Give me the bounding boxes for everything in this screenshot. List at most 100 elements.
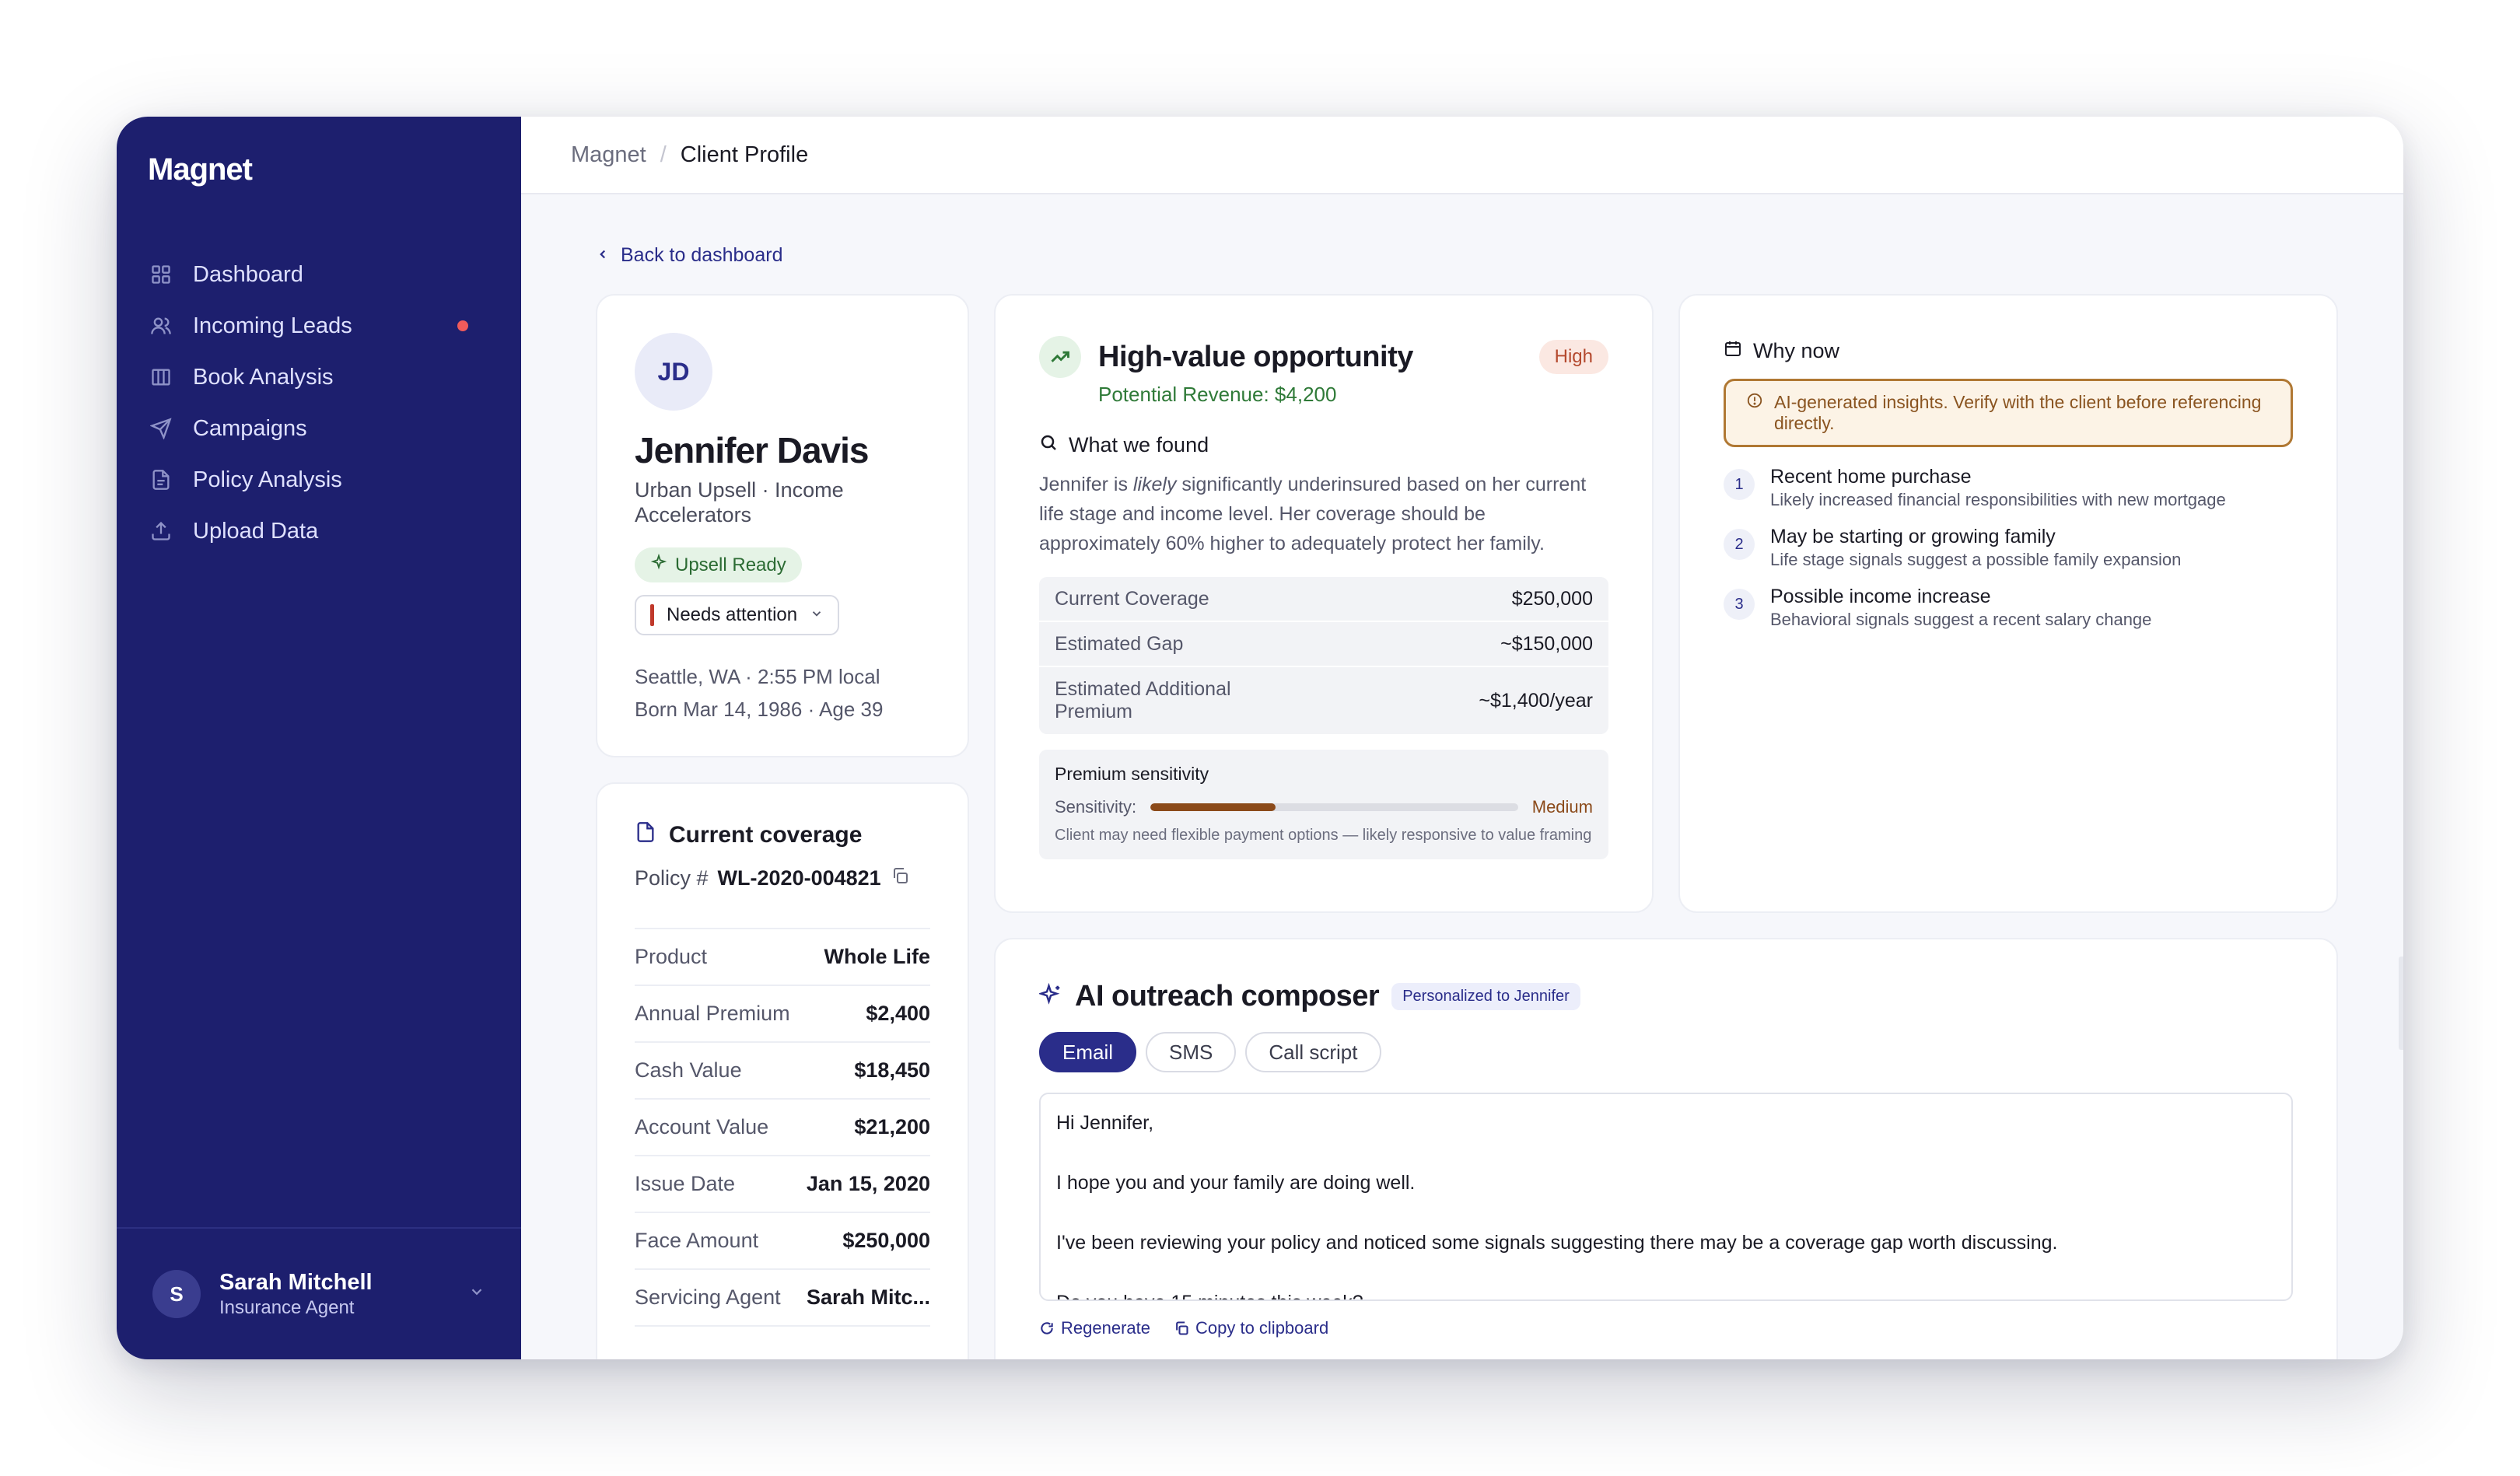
avatar: S [152,1270,201,1318]
metric-value: ~$150,000 [1500,632,1593,655]
item-desc: Likely increased financial responsibilit… [1770,490,2226,509]
metric-value: $250,000 [1511,587,1593,610]
opportunity-header: High-value opportunity High [1039,336,1608,378]
back-link[interactable]: Back to dashboard [596,244,782,267]
item-title: Possible income increase [1770,586,1991,607]
channel-tabs: Email SMS Call script [1039,1032,2293,1072]
item-number: 3 [1724,589,1755,620]
composer-header: AI outreach composer Personalized to Jen… [1038,980,2293,1013]
sidebar-nav: Dashboard Incoming Leads Book Analysis C… [148,249,490,557]
sensitivity-note: Client may need flexible payment options… [1055,827,1592,844]
send-icon [148,415,174,442]
alert-circle-icon [1746,392,1763,434]
list-item: 3 Possible income increase Behavioral sig… [1724,586,2293,630]
attention-dropdown[interactable]: Needs attention [635,595,840,635]
policy-value: WL-2020-004821 [717,866,881,890]
message-editor[interactable]: Hi Jennifer, I hope you and your family … [1039,1093,2293,1301]
sidebar-item-upload-data[interactable]: Upload Data [148,505,490,557]
sensitivity-level: Medium [1531,797,1593,817]
list-item: 1 Recent home purchase Likely increased f… [1724,466,2293,510]
sidebar-item-dashboard[interactable]: Dashboard [148,249,490,300]
composer-actions: Regenerate Copy to clipboard [1039,1318,2293,1338]
grid-icon [148,261,174,288]
row-value: $2,400 [866,1002,930,1025]
sparkle-icon [650,553,667,576]
outreach-composer-card: AI outreach composer Personalized to Jen… [994,938,2338,1359]
row-label: Account Value [635,1115,769,1138]
columns-icon [148,364,174,390]
status-badge-label: Upsell Ready [675,554,786,575]
potential-revenue: Potential Revenue: $4,200 [1098,383,1337,406]
document-icon [148,467,174,493]
metric-label: Estimated Additional Premium [1055,678,1231,722]
side-panel-handle[interactable] [2399,957,2403,1050]
table-row: Account Value $21,200 [635,1100,930,1156]
main-content: Magnet / Client Profile Back to dashboar… [521,117,2403,1359]
coverage-table: Product Whole Life Annual Premium $2,400 C… [635,928,930,1327]
ai-warning-banner: AI-generated insights. Verify with the c… [1724,379,2293,447]
table-row: Estimated Additional Premium ~$1,400/year [1039,667,1608,734]
row-label: Annual Premium [635,1002,790,1025]
sidebar-item-campaigns[interactable]: Campaigns [148,403,490,454]
breadcrumb-separator: / [660,142,667,167]
app-logo[interactable]: Magnet [148,152,253,187]
row-value: $250,000 [842,1229,930,1252]
row-value: $18,450 [854,1058,930,1082]
client-name: Jennifer Davis [635,430,869,470]
tab-sms[interactable]: SMS [1146,1032,1237,1072]
opportunity-title: High-value opportunity [1098,340,1413,373]
item-desc: Behavioral signals suggest a recent sala… [1770,610,2152,629]
regenerate-button[interactable]: Regenerate [1039,1318,1150,1338]
findings-emphasis: likely [1132,474,1177,495]
ai-warning-text: AI-generated insights. Verify with the c… [1774,392,2262,433]
user-menu[interactable]: S Sarah Mitchell Insurance Agent [117,1227,521,1359]
policy-label: Policy # [635,866,709,890]
tab-email[interactable]: Email [1039,1032,1137,1072]
sensitivity-title: Premium sensitivity [1055,764,1209,784]
sensitivity-meter: Sensitivity: Medium [1055,797,1593,817]
breadcrumb-root[interactable]: Magnet [571,142,646,168]
chevron-left-icon [596,244,610,267]
item-number: 1 [1724,469,1755,500]
row-label: Product [635,945,708,968]
table-row: Cash Value $18,450 [635,1043,930,1100]
message-line: Do you have 15 minutes this week? [1056,1288,2276,1299]
priority-badge: High [1538,340,1608,374]
client-avatar: JD [635,333,712,411]
table-row: Face Amount $250,000 [635,1213,930,1270]
copy-icon[interactable] [891,866,909,890]
message-line: I've been reviewing your policy and noti… [1056,1232,2058,1254]
why-now-card: Why now AI-generated insights. Verify wi… [1678,294,2338,913]
sidebar-item-label: Incoming Leads [193,313,352,338]
sensitivity-label: Sensitivity: [1055,797,1137,817]
metric-label: Current Coverage [1055,587,1209,610]
what-we-found-heading: What we found [1039,433,1608,457]
table-row: Annual Premium $2,400 [635,986,930,1043]
upload-icon [148,518,174,544]
breadcrumb-current: Client Profile [680,142,809,167]
row-value: Jan 15, 2020 [806,1172,930,1195]
sensitivity-bar-fill [1150,803,1276,811]
row-value: Sarah Mitc... [806,1285,930,1309]
status-badge: Upsell Ready [635,547,802,582]
sidebar: Magnet Dashboard Incoming Leads Book Ana… [117,117,521,1359]
chevron-down-icon [468,1283,485,1305]
breadcrumb: Magnet / Client Profile [521,117,2403,194]
metric-value: ~$1,400/year [1479,689,1593,712]
sidebar-item-incoming-leads[interactable]: Incoming Leads [148,300,490,352]
sidebar-item-label: Upload Data [193,518,319,544]
sidebar-item-book-analysis[interactable]: Book Analysis [148,352,490,403]
sidebar-item-policy-analysis[interactable]: Policy Analysis [148,454,490,505]
sidebar-item-label: Dashboard [193,261,303,287]
tab-call-script[interactable]: Call script [1245,1032,1381,1072]
user-info: Sarah Mitchell Insurance Agent [219,1270,373,1319]
client-details: Seattle, WA · 2:55 PM local Born Mar 14,… [635,660,930,726]
row-value: Whole Life [824,945,931,968]
copy-label: Copy to clipboard [1195,1318,1329,1338]
metrics-table: Current Coverage $250,000 Estimated Gap ~$… [1039,577,1608,734]
row-label: Face Amount [635,1229,759,1252]
sidebar-item-label: Campaigns [193,415,307,441]
notification-dot [457,320,468,331]
copy-to-clipboard-button[interactable]: Copy to clipboard [1174,1318,1328,1338]
table-row: Estimated Gap ~$150,000 [1039,622,1608,667]
